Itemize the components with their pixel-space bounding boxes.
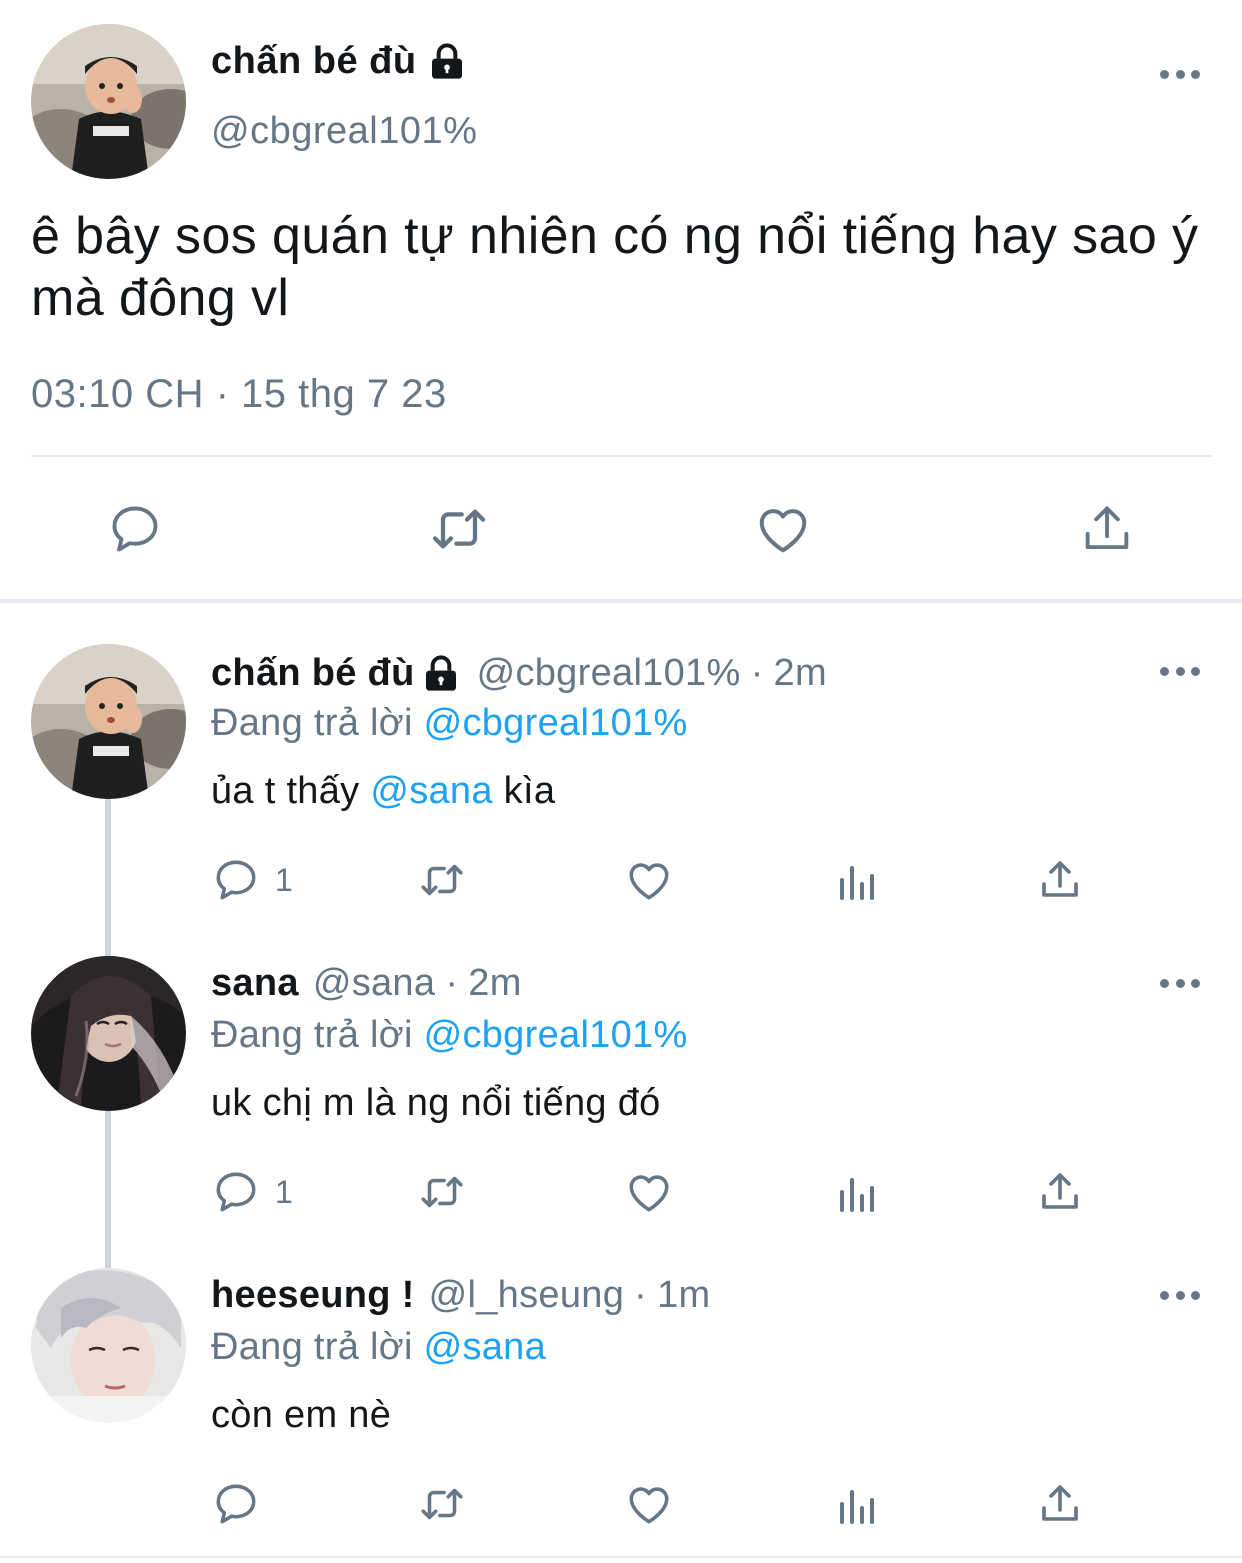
replying-to: Đang trả lời @cbgreal101% [211,702,688,745]
share-icon [1042,1173,1078,1209]
more-options-icon[interactable] [1160,977,1200,989]
author-name-text: chấn bé đù [211,40,417,82]
reply-time[interactable]: 1m [657,1274,710,1317]
replying-to-mention[interactable]: @cbgreal101% [424,1014,688,1056]
lock-icon [427,42,467,82]
divider [0,1556,1242,1558]
separator-dot: · [750,652,764,694]
mention-link[interactable]: @sana [370,770,492,812]
reply-time[interactable]: 2m [468,962,521,1005]
replying-to-mention[interactable]: @sana [424,1326,546,1368]
replying-prefix: Đang trả lời [211,1014,413,1056]
like-button[interactable] [624,855,674,905]
more-options-icon[interactable] [1160,665,1200,677]
analytics-button[interactable] [831,857,881,907]
replying-to-mention[interactable]: @cbgreal101% [424,702,688,744]
retweet-button[interactable] [417,855,467,905]
separator-dot: · [634,1274,648,1316]
like-icon [629,1487,669,1524]
author-handle[interactable]: @sana [313,962,435,1005]
reply-header: heeseung ! @l_hseung · 1m [211,1274,711,1317]
replying-to: Đang trả lời @sana [211,1326,546,1369]
more-options-icon[interactable] [1160,68,1200,80]
retweet-icon [421,1176,463,1208]
tweet-text: ê bây sos quán tự nhiên có ng nổi tiếng … [31,207,1199,327]
tweet-timestamp[interactable]: 03:10 CH · 15 thg 7 23 [31,372,447,417]
retweet-button[interactable] [427,497,491,561]
lock-icon [421,654,461,694]
reply-icon [112,506,158,552]
share-button[interactable] [1075,497,1139,561]
replying-prefix: Đang trả lời [211,702,413,744]
author-handle[interactable]: @l_hseung [429,1274,625,1317]
author-name[interactable]: heeseung ! [211,1274,415,1317]
reply-icon [216,1484,256,1524]
reply-text: uk chị m là ng nổi tiếng đó [211,1082,661,1124]
reply-time[interactable]: 2m [774,652,827,695]
analytics-icon [840,1178,874,1212]
like-icon [629,1175,669,1212]
like-button[interactable] [624,1167,674,1217]
reply-button[interactable]: 1 [211,855,293,905]
like-icon [629,863,669,900]
retweet-button[interactable] [417,1479,467,1529]
like-button[interactable] [624,1479,674,1529]
reply-icon [216,1172,256,1212]
share-icon [1042,861,1078,897]
retweet-icon [421,1488,463,1520]
analytics-button[interactable] [831,1169,881,1219]
share-button[interactable] [1035,855,1085,905]
retweet-icon [421,864,463,896]
reply-text: còn em nè [211,1394,392,1436]
avatar[interactable] [31,956,186,1111]
reply-button[interactable]: 1 [211,1167,293,1217]
reply-button[interactable] [211,1479,275,1529]
share-icon [1085,506,1129,550]
reply-text: ủa t thấy @sana kìa [211,770,555,813]
share-button[interactable] [1035,1479,1085,1529]
author-name[interactable]: chấn bé đù [211,40,467,83]
thread-connector [105,1111,111,1268]
divider [31,455,1212,457]
author-name[interactable]: sana [211,962,299,1005]
replying-prefix: Đang trả lời [211,1326,413,1368]
avatar[interactable] [31,644,186,799]
analytics-icon [840,866,874,900]
thread-connector [105,799,111,956]
section-divider [0,599,1242,603]
avatar[interactable] [31,24,186,179]
retweet-icon [432,509,486,549]
replying-to: Đang trả lời @cbgreal101% [211,1014,688,1057]
like-button[interactable] [751,497,815,561]
reply-count: 1 [275,1173,293,1210]
reply-header: chấn bé đù @cbgreal101% · 2m [211,652,827,695]
reply-text-part: ủa t thấy [211,770,360,812]
share-icon [1042,1485,1078,1521]
avatar[interactable] [31,1268,186,1423]
author-handle[interactable]: @cbgreal101% [477,652,741,695]
analytics-icon [840,1490,874,1524]
reply-text-part: kìa [503,770,556,812]
reply-icon [216,860,256,900]
separator-dot: · [445,962,459,1004]
retweet-button[interactable] [417,1167,467,1217]
more-options-icon[interactable] [1160,1289,1200,1301]
author-handle[interactable]: @cbgreal101% [211,110,477,153]
reply-header: sana @sana · 2m [211,962,522,1005]
author-name[interactable]: chấn bé đù [211,652,415,695]
analytics-button[interactable] [831,1481,881,1531]
reply-count: 1 [275,861,293,898]
reply-button[interactable] [103,497,167,561]
share-button[interactable] [1035,1167,1085,1217]
like-icon [759,509,807,553]
